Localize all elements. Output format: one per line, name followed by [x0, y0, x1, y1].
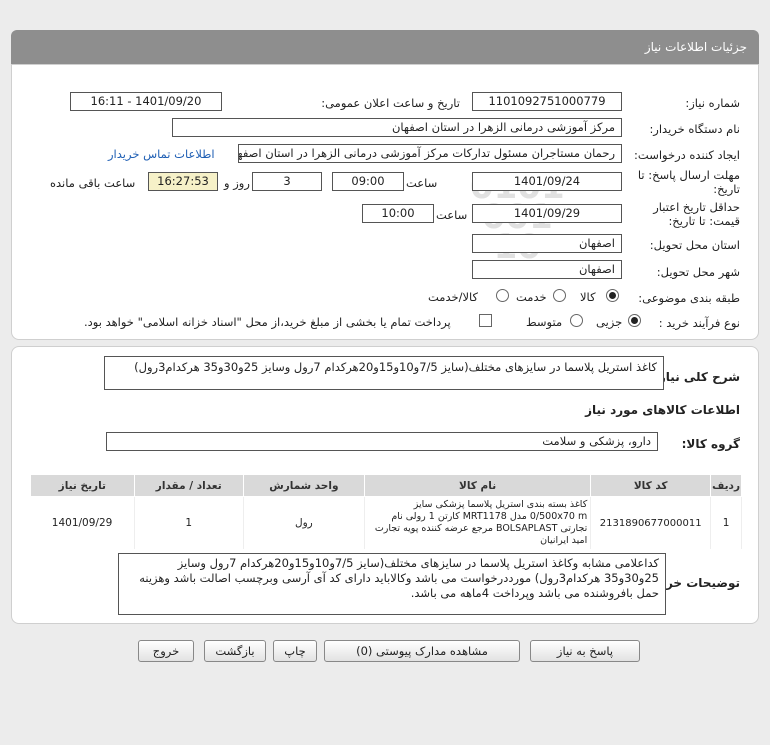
contact-buyer-link[interactable]: اطلاعات تماس خریدار	[108, 147, 215, 161]
days-field: 3	[252, 172, 322, 191]
table-header-row: ردیف کد کالا نام کالا واحد شمارش تعداد /…	[30, 474, 742, 497]
page-header: جزئیات اطلاعات نیاز	[11, 30, 759, 64]
exit-button[interactable]: خروج	[138, 640, 194, 662]
back-button[interactable]: بازگشت	[204, 640, 266, 662]
col-name: نام کالا	[363, 474, 592, 497]
province-label: استان محل تحویل:	[649, 238, 740, 252]
province-field: اصفهان	[472, 234, 622, 253]
validity-label: حداقل تاریخ اعتبار قیمت: تا تاریخ:	[653, 200, 740, 228]
need-number-field: 1101092751000779	[472, 92, 622, 111]
city-label: شهر محل تحویل:	[656, 265, 740, 279]
goods-group-label: گروه کالا:	[681, 437, 740, 451]
validity-time-label: ساعت	[436, 208, 468, 222]
deadline-label-line1: مهلت ارسال پاسخ: تا	[637, 168, 740, 182]
creator-label: ایجاد کننده درخواست:	[634, 148, 740, 162]
city-field: اصفهان	[472, 260, 622, 279]
need-number-label: شماره نیاز:	[685, 96, 740, 110]
goods-table: ردیف کد کالا نام کالا واحد شمارش تعداد /…	[30, 474, 742, 549]
cell-unit: رول	[243, 496, 365, 549]
goods-group-field: دارو، پزشکی و سلامت	[106, 432, 658, 451]
announce-field: 1401/09/20 - 16:11	[70, 92, 222, 111]
category-option-service: خدمت	[516, 290, 547, 304]
table-row: 1 2131890677000011 کاغذ بسته بندی استریل…	[30, 496, 742, 549]
payment-note: پرداخت تمام یا بخشی از مبلغ خرید،از محل …	[84, 315, 451, 329]
days-label: روز و	[224, 176, 250, 190]
deadline-time-label: ساعت	[406, 176, 438, 190]
process-radio-minor[interactable]	[628, 314, 641, 327]
category-radio-service[interactable]	[553, 289, 566, 302]
validity-date-field: 1401/09/29	[472, 204, 622, 223]
creator-field: رحمان مستاجران مسئول تدارکات مرکز آموزشی…	[238, 144, 622, 163]
category-label: طبقه بندی موضوعی:	[638, 291, 740, 305]
page-title: جزئیات اطلاعات نیاز	[644, 40, 747, 54]
category-radio-goods[interactable]	[606, 289, 619, 302]
cell-name: کاغذ بسته بندی استریل پلاسما پزشکی سایز …	[364, 496, 592, 549]
col-date: تاریخ نیاز	[30, 474, 135, 497]
validity-label-line1: حداقل تاریخ اعتبار	[653, 200, 740, 214]
category-option-goods: کالا	[580, 290, 596, 304]
cell-date: 1401/09/29	[30, 496, 135, 549]
validity-label-line2: قیمت: تا تاریخ:	[668, 214, 740, 228]
summary-label: شرح کلی نیاز:	[654, 370, 740, 384]
treasury-payment-checkbox[interactable]	[479, 314, 492, 327]
cell-code: 2131890677000011	[590, 496, 712, 549]
validity-time-field: 10:00	[362, 204, 434, 223]
reply-button[interactable]: پاسخ به نیاز	[530, 640, 640, 662]
col-row: ردیف	[710, 474, 742, 497]
cell-qty: 1	[134, 496, 244, 549]
category-radio-both[interactable]	[496, 289, 509, 302]
process-radio-medium[interactable]	[570, 314, 583, 327]
cell-row: 1	[710, 496, 742, 549]
buyer-label: نام دستگاه خریدار:	[649, 122, 740, 136]
col-unit: واحد شمارش	[242, 474, 365, 497]
process-option-minor: جزیی	[596, 315, 623, 329]
summary-field: کاغذ استریل پلاسما در سایزهای مختلف(سایز…	[104, 356, 664, 390]
deadline-date-field: 1401/09/24	[472, 172, 622, 191]
buyer-notes-field: کداعلامی مشابه وکاغذ استریل پلاسما در سا…	[118, 553, 666, 615]
remaining-time-field: 16:27:53	[148, 172, 218, 191]
deadline-label-line2: تاریخ:	[713, 182, 740, 196]
col-qty: تعداد / مقدار	[133, 474, 244, 497]
process-label: نوع فرآیند خرید :	[658, 316, 740, 330]
announce-label: تاریخ و ساعت اعلان عمومی:	[321, 96, 460, 110]
category-option-both: کالا/خدمت	[428, 290, 479, 304]
process-option-medium: متوسط	[526, 315, 563, 329]
buyer-field: مرکز آموزشی درمانی الزهرا در استان اصفها…	[172, 118, 622, 137]
view-attachments-button[interactable]: مشاهده مدارک پیوستی (0)	[324, 640, 520, 662]
goods-section-title: اطلاعات کالاهای مورد نیاز	[585, 403, 740, 417]
col-code: کد کالا	[590, 474, 712, 497]
deadline-label: مهلت ارسال پاسخ: تا تاریخ:	[638, 168, 740, 196]
deadline-time-field: 09:00	[332, 172, 404, 191]
remaining-label: ساعت باقی مانده	[50, 176, 136, 190]
print-button[interactable]: چاپ	[273, 640, 317, 662]
